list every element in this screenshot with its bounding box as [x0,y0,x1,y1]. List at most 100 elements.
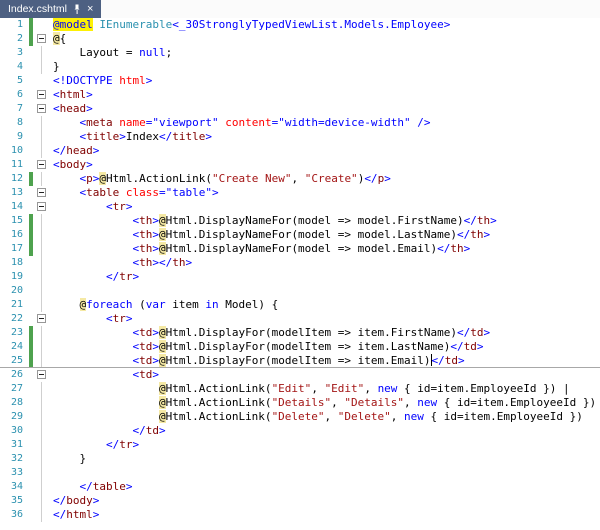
code-line[interactable]: 4} [0,60,600,74]
code-text[interactable]: } [49,452,86,466]
code-line[interactable]: 3 Layout = null; [0,46,600,60]
line-number[interactable]: 13 [0,186,28,200]
code-text[interactable]: } [49,60,60,74]
code-line[interactable]: 1 @model IEnumerable<_30StronglyTypedView… [0,18,600,32]
code-text[interactable] [49,466,53,480]
code-text[interactable]: </table> [49,480,133,494]
fold-collapse-icon[interactable] [37,104,46,113]
code-text[interactable]: <meta name="viewport" content="width=dev… [49,116,431,130]
code-text[interactable]: <th></th> [49,256,192,270]
line-number[interactable]: 7 [0,102,28,116]
code-line[interactable]: 22 <tr> [0,312,600,326]
fold-collapse-icon[interactable] [37,34,46,43]
line-number[interactable]: 25 [0,354,28,367]
code-text[interactable]: @foreach (var item in Model) { [49,298,278,312]
line-number[interactable]: 1 [0,18,28,32]
code-line[interactable]: 28 @Html.ActionLink("Details", "Details"… [0,396,600,410]
code-line[interactable]: 31 </tr> [0,438,600,452]
line-number[interactable]: 27 [0,382,28,396]
code-text[interactable]: <html> [49,88,93,102]
line-number[interactable]: 3 [0,46,28,60]
code-line[interactable]: 21 @foreach (var item in Model) { [0,298,600,312]
code-text[interactable]: <td>@Html.DisplayFor(modelItem => item.L… [49,340,484,354]
code-line[interactable]: 9 <title>Index</title> [0,130,600,144]
code-text[interactable]: @Html.ActionLink("Edit", "Edit", new { i… [49,382,570,396]
code-text[interactable]: <th>@Html.DisplayNameFor(model => model.… [49,242,470,256]
line-number[interactable]: 8 [0,116,28,130]
line-number[interactable]: 22 [0,312,28,326]
code-text[interactable]: @Html.ActionLink("Delete", "Delete", new… [49,410,583,424]
code-line[interactable]: 12 <p>@Html.ActionLink("Create New", "Cr… [0,172,600,186]
code-text[interactable]: <td>@Html.DisplayFor(modelItem => item.E… [49,354,465,367]
code-text[interactable]: <td>@Html.DisplayFor(modelItem => item.F… [49,326,490,340]
line-number[interactable]: 34 [0,480,28,494]
code-text[interactable]: <p>@Html.ActionLink("Create New", "Creat… [49,172,391,186]
fold-collapse-icon[interactable] [37,202,46,211]
line-number[interactable]: 11 [0,158,28,172]
fold-collapse-icon[interactable] [37,188,46,197]
line-number[interactable]: 19 [0,270,28,284]
code-text[interactable]: Layout = null; [49,46,172,60]
code-line[interactable]: 6 <html> [0,88,600,102]
code-text[interactable]: <td> [49,368,159,382]
line-number[interactable]: 17 [0,242,28,256]
code-line[interactable]: 25 <td>@Html.DisplayFor(modelItem => ite… [0,354,600,368]
line-number[interactable]: 35 [0,494,28,508]
line-number[interactable]: 9 [0,130,28,144]
code-line[interactable]: 20 [0,284,600,298]
code-text[interactable]: <tr> [49,312,133,326]
code-line[interactable]: 35 </body> [0,494,600,508]
code-text[interactable]: <th>@Html.DisplayNameFor(model => model.… [49,214,497,228]
code-text[interactable]: @{ [49,32,66,46]
code-line[interactable]: 26 <td> [0,368,600,382]
code-line[interactable]: 15 <th>@Html.DisplayNameFor(model => mod… [0,214,600,228]
line-number[interactable]: 29 [0,410,28,424]
fold-collapse-icon[interactable] [37,90,46,99]
code-text[interactable]: @Html.ActionLink("Details", "Details", n… [49,396,600,410]
line-number[interactable]: 26 [0,368,28,382]
code-text[interactable]: <body> [49,158,93,172]
line-number[interactable]: 5 [0,74,28,88]
code-line[interactable]: 5 <!DOCTYPE html> [0,74,600,88]
code-line[interactable]: 7 <head> [0,102,600,116]
code-line[interactable]: 30 </td> [0,424,600,438]
line-number[interactable]: 14 [0,200,28,214]
code-text[interactable]: </td> [49,424,165,438]
line-number[interactable]: 10 [0,144,28,158]
code-line[interactable]: 23 <td>@Html.DisplayFor(modelItem => ite… [0,326,600,340]
code-text[interactable]: <title>Index</title> [49,130,213,144]
code-text[interactable]: <head> [49,102,93,116]
line-number[interactable]: 6 [0,88,28,102]
line-number[interactable]: 16 [0,228,28,242]
code-line[interactable]: 16 <th>@Html.DisplayNameFor(model => mod… [0,228,600,242]
code-text[interactable]: </html> [49,508,99,522]
code-line[interactable]: 13 <table class="table"> [0,186,600,200]
code-text[interactable]: <table class="table"> [49,186,219,200]
code-line[interactable]: 33 [0,466,600,480]
code-line[interactable]: 32 } [0,452,600,466]
fold-collapse-icon[interactable] [37,370,46,379]
line-number[interactable]: 24 [0,340,28,354]
code-line[interactable]: 2 @{ [0,32,600,46]
code-line[interactable]: 34 </table> [0,480,600,494]
line-number[interactable]: 2 [0,32,28,46]
code-text[interactable]: @model IEnumerable<_30StronglyTypedViewL… [49,18,450,32]
line-number[interactable]: 12 [0,172,28,186]
fold-collapse-icon[interactable] [37,314,46,323]
code-line[interactable]: 36 </html> [0,508,600,522]
code-text[interactable]: </head> [49,144,99,158]
code-text[interactable]: <th>@Html.DisplayNameFor(model => model.… [49,228,490,242]
line-number[interactable]: 23 [0,326,28,340]
line-number[interactable]: 32 [0,452,28,466]
code-text[interactable]: </body> [49,494,99,508]
fold-collapse-icon[interactable] [37,160,46,169]
code-line[interactable]: 29 @Html.ActionLink("Delete", "Delete", … [0,410,600,424]
line-number[interactable]: 36 [0,508,28,522]
code-text[interactable]: <!DOCTYPE html> [49,74,152,88]
pin-icon[interactable] [73,4,81,15]
line-number[interactable]: 20 [0,284,28,298]
line-number[interactable]: 18 [0,256,28,270]
code-line[interactable]: 11 <body> [0,158,600,172]
line-number[interactable]: 15 [0,214,28,228]
code-line[interactable]: 8 <meta name="viewport" content="width=d… [0,116,600,130]
